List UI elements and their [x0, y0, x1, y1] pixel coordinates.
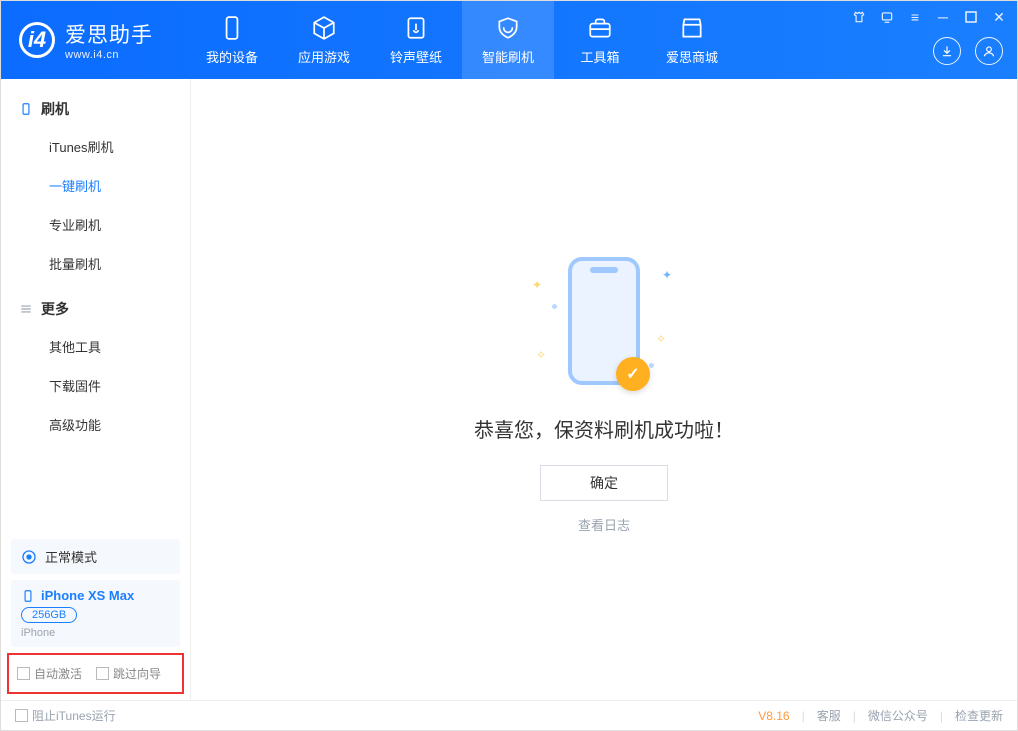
tab-label: 我的设备	[206, 47, 258, 66]
mode-label: 正常模式	[45, 547, 97, 566]
mode-icon	[21, 549, 37, 565]
tab-my-device[interactable]: 我的设备	[186, 1, 278, 79]
logo-icon: i4	[19, 22, 55, 58]
success-illustration: ✦✧✦✧ ✓	[514, 246, 694, 396]
version-label: V8.16	[758, 709, 789, 723]
shirt-icon[interactable]	[851, 9, 867, 25]
sidebar-group-more: 更多	[1, 291, 190, 327]
checkbox-block-itunes[interactable]: 阻止iTunes运行	[15, 707, 116, 724]
tab-label: 铃声壁纸	[390, 47, 442, 66]
phone-icon	[21, 589, 35, 603]
music-note-icon	[403, 15, 429, 41]
wechat-link[interactable]: 微信公众号	[868, 707, 928, 724]
sidebar-item-pro-flash[interactable]: 专业刷机	[1, 205, 190, 244]
cube-icon	[311, 15, 337, 41]
checkbox-auto-activate[interactable]: 自动激活	[17, 665, 82, 682]
tab-apps-games[interactable]: 应用游戏	[278, 1, 370, 79]
checkbox-skip-wizard[interactable]: 跳过向导	[96, 665, 161, 682]
phone-icon: ✓	[568, 257, 640, 385]
tab-store[interactable]: 爱思商城	[646, 1, 738, 79]
store-icon	[679, 15, 705, 41]
sidebar-item-other-tools[interactable]: 其他工具	[1, 327, 190, 366]
sidebar-group-flash: 刷机	[1, 91, 190, 127]
tab-label: 应用游戏	[298, 47, 350, 66]
tab-label: 工具箱	[580, 47, 619, 66]
tab-toolbox[interactable]: 工具箱	[554, 1, 646, 79]
mode-card[interactable]: 正常模式	[11, 539, 180, 574]
refresh-shield-icon	[495, 15, 521, 41]
sidebar-item-one-click-flash[interactable]: 一键刷机	[1, 166, 190, 205]
feedback-icon[interactable]	[879, 9, 895, 25]
check-update-link[interactable]: 检查更新	[955, 707, 1003, 724]
check-badge-icon: ✓	[616, 357, 650, 391]
minimize-button[interactable]: ─	[935, 9, 951, 25]
titlebar: i4 爱思助手 www.i4.cn 我的设备 应用游戏 铃声壁纸 智能刷机 工具…	[1, 1, 1017, 79]
customer-service-link[interactable]: 客服	[817, 707, 841, 724]
menu-icon[interactable]: ≡	[907, 9, 923, 25]
tab-ringtones-wallpapers[interactable]: 铃声壁纸	[370, 1, 462, 79]
main-content: ✦✧✦✧ ✓ 恭喜您，保资料刷机成功啦！ 确定 查看日志	[191, 79, 1017, 700]
sidebar-item-advanced[interactable]: 高级功能	[1, 405, 190, 444]
maximize-button[interactable]	[963, 9, 979, 25]
group-label: 刷机	[41, 99, 69, 119]
top-tabs: 我的设备 应用游戏 铃声壁纸 智能刷机 工具箱 爱思商城	[186, 1, 738, 79]
ok-button[interactable]: 确定	[540, 465, 668, 501]
toolbox-icon	[587, 15, 613, 41]
sidebar-item-download-firmware[interactable]: 下载固件	[1, 366, 190, 405]
result-title: 恭喜您，保资料刷机成功啦！	[474, 414, 734, 443]
group-label: 更多	[41, 299, 69, 319]
tab-label: 智能刷机	[482, 47, 534, 66]
window-controls: ≡ ─ ✕	[851, 9, 1007, 25]
sidebar-item-itunes-flash[interactable]: iTunes刷机	[1, 127, 190, 166]
app-subtitle: www.i4.cn	[65, 49, 153, 61]
tab-label: 爱思商城	[666, 47, 718, 66]
storage-pill: 256GB	[21, 607, 77, 623]
download-button[interactable]	[933, 37, 961, 65]
statusbar: 阻止iTunes运行 V8.16 | 客服 | 微信公众号 | 检查更新	[1, 700, 1017, 730]
result-panel: ✦✧✦✧ ✓ 恭喜您，保资料刷机成功啦！ 确定 查看日志	[474, 246, 734, 534]
user-button[interactable]	[975, 37, 1003, 65]
device-name-label: iPhone XS Max	[41, 588, 134, 603]
view-log-link[interactable]: 查看日志	[578, 515, 630, 534]
tab-smart-flash[interactable]: 智能刷机	[462, 1, 554, 79]
highlighted-options-box: 自动激活 跳过向导	[7, 653, 184, 694]
sidebar-item-batch-flash[interactable]: 批量刷机	[1, 244, 190, 283]
device-card[interactable]: iPhone XS Max 256GB iPhone	[11, 580, 180, 647]
device-icon	[219, 15, 245, 41]
close-button[interactable]: ✕	[991, 9, 1007, 25]
logo: i4 爱思助手 www.i4.cn	[1, 19, 186, 61]
device-type: iPhone	[21, 627, 170, 639]
sidebar: 刷机 iTunes刷机 一键刷机 专业刷机 批量刷机 更多 其他工具 下载固件 …	[1, 79, 191, 700]
header-actions	[933, 37, 1003, 65]
app-title: 爱思助手	[65, 19, 153, 49]
